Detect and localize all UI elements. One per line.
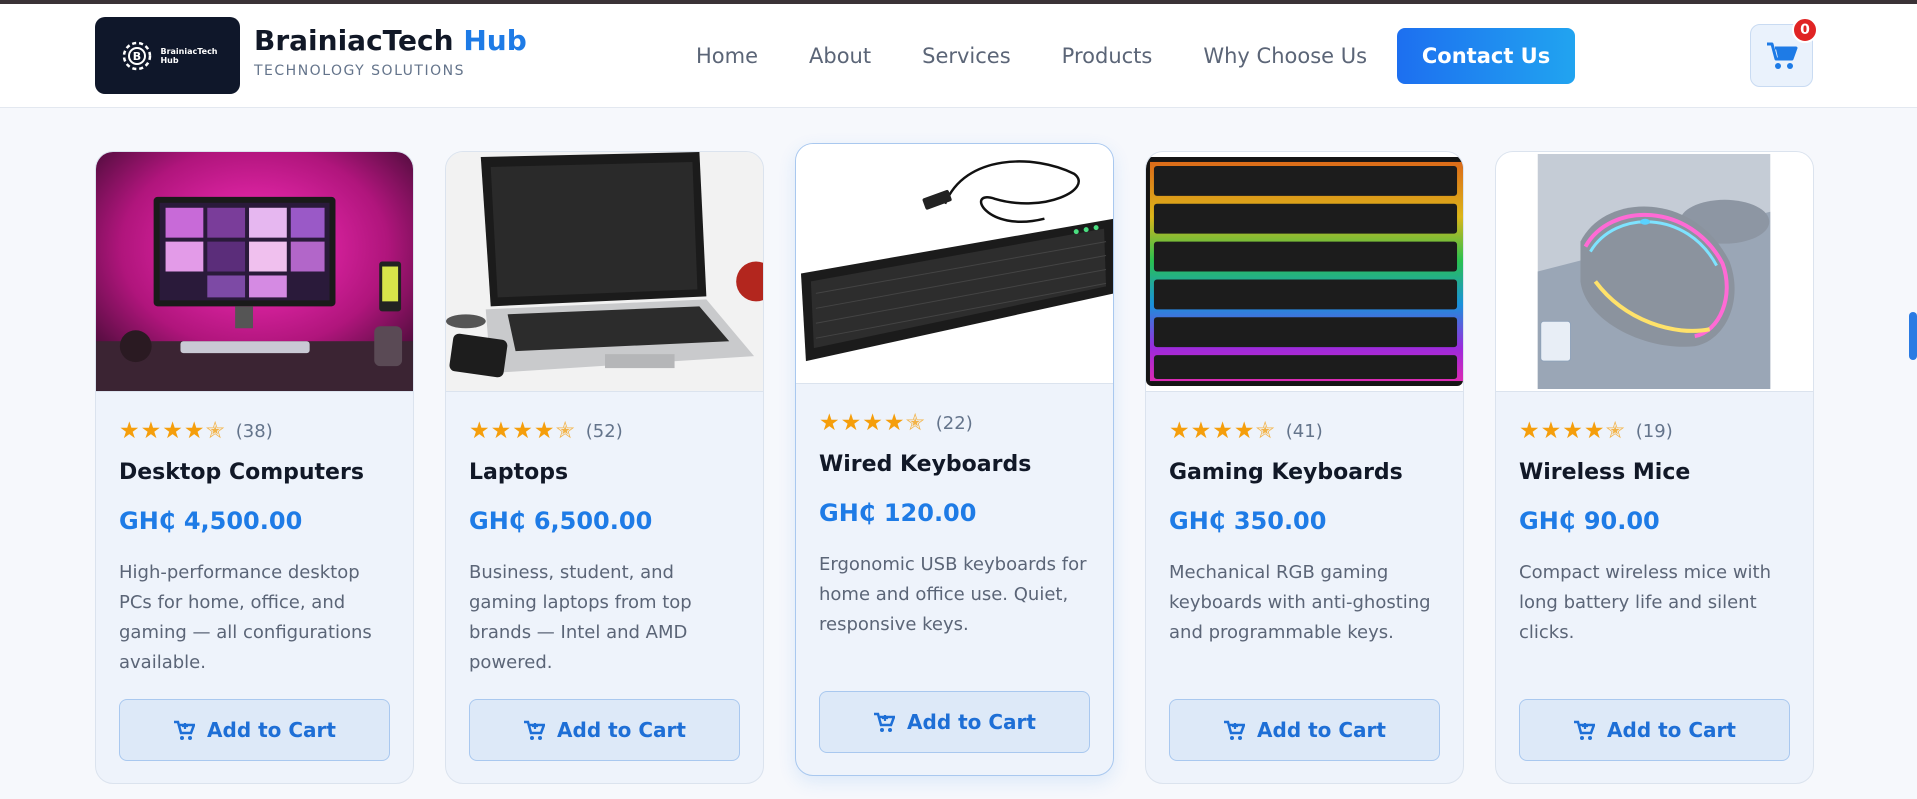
product-image-wired-keyboard [796,144,1113,384]
product-image-laptop [446,152,763,392]
product-price: GH₵ 90.00 [1519,507,1660,535]
product-price: GH₵ 6,500.00 [469,507,653,535]
product-card-desktop-computers: ★ ★ ★ ★ ✭ (38) Desktop Computers GH₵ 4,500.0… [95,151,414,784]
star-icon: ★ [1169,418,1190,444]
star-half-icon: ✭ [205,418,225,444]
rating: ★ ★ ★ ★ ✭ (41) [1169,420,1323,443]
product-card-wired-keyboards: ★ ★ ★ ★ ✭ (22) Wired Keyboards GH₵ 120.00 Er… [795,143,1114,776]
product-description: High-performance desktop PCs for home, o… [119,562,372,673]
star-icon: ★ [819,410,840,436]
svg-text:B: B [133,50,141,63]
product-image-wireless-mouse [1496,152,1813,392]
product-image-gaming-keyboard [1146,152,1463,392]
star-icon: ★ [1562,418,1583,444]
brand: BrainiacTech Hub TECHNOLOGY SOLUTIONS [254,24,527,79]
star-icon: ★ [862,410,883,436]
star-icon: ★ [533,418,555,444]
gear-logo-icon: B [123,41,152,70]
star-icon: ★ [1583,418,1605,444]
star-icon: ★ [512,418,533,444]
nav-services[interactable]: Services [922,44,1011,68]
cart-icon [1766,42,1797,69]
product-card-laptops: ★ ★ ★ ★ ✭ (52) Laptops GH₵ 6,500.00 Business… [445,151,764,784]
product-price: GH₵ 350.00 [1169,507,1327,535]
brand-name: BrainiacTech Hub [254,24,527,57]
star-icon: ★ [883,410,905,436]
nav-why-choose-us[interactable]: Why Choose Us [1203,44,1367,68]
product-title: Laptops [469,460,569,485]
star-icon: ★ [162,418,183,444]
star-icon: ★ [1233,418,1255,444]
rating: ★ ★ ★ ★ ✭ (19) [1519,420,1673,443]
add-to-cart-button[interactable]: Add to Cart [1519,699,1790,761]
star-icon: ★ [1212,418,1233,444]
rating: ★ ★ ★ ★ ✭ (38) [119,420,273,443]
review-count: (52) [585,421,623,442]
add-to-cart-label: Add to Cart [1257,718,1386,742]
add-to-cart-button[interactable]: Add to Cart [119,699,390,761]
review-count: (19) [1635,421,1673,442]
star-icon: ★ [183,418,205,444]
cart-plus-icon [874,712,896,732]
star-icon: ★ [490,418,512,444]
add-to-cart-button[interactable]: Add to Cart [469,699,740,761]
product-title: Gaming Keyboards [1169,460,1403,485]
star-half-icon: ✭ [1255,418,1275,444]
product-description: Ergonomic USB keyboards for home and off… [819,554,1087,635]
product-title: Wireless Mice [1519,460,1691,485]
star-icon: ★ [1190,418,1212,444]
add-to-cart-button[interactable]: Add to Cart [1169,699,1440,761]
cart-plus-icon [1224,720,1246,740]
nav-products[interactable]: Products [1062,44,1153,68]
star-icon: ★ [119,418,140,444]
cart-button[interactable]: 0 [1750,17,1818,87]
star-half-icon: ✭ [555,418,575,444]
scrollbar-thumb[interactable] [1909,312,1917,360]
product-description: Mechanical RGB gaming keyboards with ant… [1169,562,1431,643]
cart-count-badge: 0 [1792,17,1818,43]
star-icon: ★ [469,418,490,444]
review-count: (38) [235,421,273,442]
main-nav: Home About Services Products Why Choose … [696,4,1576,108]
logo-text: BrainiacTech Hub [160,46,218,65]
product-image-desktop [96,152,413,392]
nav-about[interactable]: About [809,44,871,68]
star-icon: ★ [1519,418,1540,444]
add-to-cart-label: Add to Cart [1607,718,1736,742]
product-title: Desktop Computers [119,460,364,485]
product-description: Business, student, and gaming laptops fr… [469,562,692,673]
add-to-cart-button[interactable]: Add to Cart [819,691,1090,753]
cart-plus-icon [174,720,196,740]
rating: ★ ★ ★ ★ ✭ (52) [469,420,623,443]
product-price: GH₵ 4,500.00 [119,507,303,535]
star-icon: ★ [1540,418,1562,444]
star-icon: ★ [840,410,862,436]
nav-home[interactable]: Home [696,44,758,68]
logo[interactable]: B BrainiacTech Hub [95,17,240,94]
cart-plus-icon [524,720,546,740]
product-price: GH₵ 120.00 [819,499,977,527]
star-icon: ★ [140,418,162,444]
product-card-gaming-keyboards: ★ ★ ★ ★ ✭ (41) Gaming Keyboards GH₵ 350.00 M… [1145,151,1464,784]
product-title: Wired Keyboards [819,452,1032,477]
review-count: (41) [1285,421,1323,442]
add-to-cart-label: Add to Cart [907,710,1036,734]
brand-tagline: TECHNOLOGY SOLUTIONS [254,63,465,79]
contact-us-button[interactable]: Contact Us [1397,28,1576,84]
star-half-icon: ✭ [905,410,925,436]
product-description: Compact wireless mice with long battery … [1519,562,1772,643]
site-header: B BrainiacTech Hub BrainiacTech Hub TECH… [0,4,1917,108]
cart-plus-icon [1574,720,1596,740]
review-count: (22) [935,413,973,434]
rating: ★ ★ ★ ★ ✭ (22) [819,412,973,435]
add-to-cart-label: Add to Cart [207,718,336,742]
star-half-icon: ✭ [1605,418,1625,444]
product-card-wireless-mice: ★ ★ ★ ★ ✭ (19) Wireless Mice GH₵ 90.00 Compa… [1495,151,1814,784]
add-to-cart-label: Add to Cart [557,718,686,742]
